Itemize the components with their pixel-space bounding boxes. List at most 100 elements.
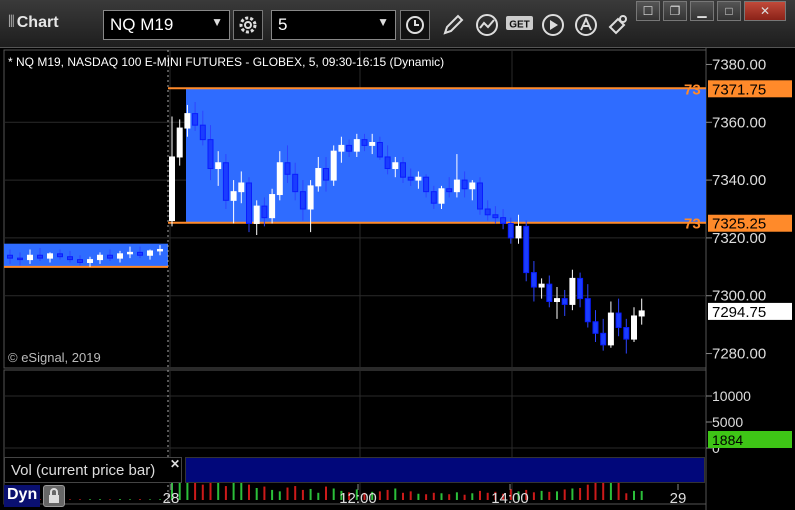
candle-body	[338, 144, 345, 152]
candle-body	[47, 253, 53, 259]
volume-tick-label: 5000	[712, 414, 743, 430]
symbol-input[interactable]: NQ M19 ▼	[103, 10, 230, 40]
candle-body	[600, 332, 607, 346]
candle-body	[117, 253, 123, 259]
minimize-button[interactable]: ▁	[690, 1, 714, 21]
candle-body	[453, 179, 460, 193]
volume-bar	[263, 486, 266, 500]
price-axis[interactable]: 7380.007360.007340.007320.007300.007280.…	[706, 56, 792, 363]
settings-button[interactable]	[233, 10, 263, 40]
candle-body	[415, 176, 422, 181]
volume-axis[interactable]: 10000500001884	[706, 388, 792, 456]
candle-body	[446, 188, 453, 193]
candle-body	[515, 225, 522, 239]
interval-input[interactable]: 5 ▼	[271, 10, 396, 40]
candle-body	[546, 283, 553, 303]
lock-button[interactable]	[43, 485, 65, 507]
volume-bar	[432, 492, 435, 500]
pin-icon: ☐	[642, 4, 654, 18]
candle-body	[77, 259, 83, 263]
study-label[interactable]: Vol (current price bar)	[4, 457, 182, 483]
volume-bar	[402, 492, 404, 500]
symbol-value: NQ M19	[110, 15, 174, 34]
volume-bar	[594, 482, 597, 500]
candle-body	[330, 150, 337, 181]
chart-header: * NQ M19, NASDAQ 100 E-MINI FUTURES - GL…	[8, 55, 444, 69]
restore-button[interactable]: ❐	[663, 1, 687, 21]
candle-body	[299, 191, 306, 210]
candle-body	[199, 124, 206, 141]
play-button[interactable]	[538, 10, 568, 40]
volume-bar	[209, 480, 212, 500]
volume-bar	[455, 492, 458, 500]
volume-bar	[139, 499, 141, 500]
candle-body	[438, 188, 445, 204]
volume-bar	[217, 481, 220, 500]
lower-line-label: 73	[684, 216, 701, 233]
volume-bar	[571, 488, 574, 500]
volume-bar	[159, 499, 161, 500]
alert-icon	[575, 14, 597, 36]
volume-bar	[640, 490, 643, 500]
candle-body	[500, 217, 507, 224]
restore-icon: ❐	[669, 4, 681, 18]
candle-body	[230, 191, 237, 201]
candle-body	[107, 254, 113, 259]
study-close-icon[interactable]: ✕	[170, 457, 180, 471]
chevron-down-icon[interactable]: ▼	[211, 15, 223, 29]
time-template-button[interactable]	[400, 10, 430, 40]
chevron-down-icon[interactable]: ▼	[377, 15, 389, 29]
volume-bar	[633, 490, 635, 500]
volume-bar	[248, 484, 250, 500]
volume-bar	[625, 493, 628, 500]
watermark: © eSignal, 2019	[8, 350, 101, 365]
volume-bar	[609, 481, 612, 500]
candle-body	[157, 248, 163, 252]
title-bar: ⫴ Chart NQ M19 ▼ 5 ▼ GET ☐ ❐ ▁ □ ✕	[0, 0, 795, 48]
candle-body	[284, 162, 291, 175]
grip-icon[interactable]: ⫴	[8, 14, 15, 31]
minimize-icon: ▁	[697, 4, 707, 18]
pencil-icon	[443, 14, 464, 35]
candle-body	[261, 205, 268, 219]
volume-bar	[586, 484, 589, 500]
dynamic-mode-label: Dyn	[7, 486, 38, 503]
candle-body	[592, 321, 599, 334]
candle-body	[530, 272, 537, 288]
pin-button[interactable]: ☐	[636, 1, 660, 21]
volume-bar	[417, 493, 420, 500]
candle-body	[523, 225, 530, 274]
volume-bar	[224, 486, 227, 500]
volume-bar	[69, 499, 71, 500]
alerts-button[interactable]	[571, 10, 601, 40]
volume-bar	[386, 489, 389, 500]
price-chart[interactable]: 73 73 * NQ M19, NASDAQ 100 E-MINI FUTURES…	[0, 48, 795, 510]
candle-body	[292, 173, 299, 193]
volume-bar	[448, 494, 451, 500]
app-title-label: Chart	[16, 14, 59, 31]
volume-bar	[394, 488, 397, 500]
studies-button[interactable]	[472, 10, 502, 40]
candle-body	[346, 144, 353, 152]
candle-body	[577, 277, 584, 300]
link-button[interactable]	[603, 10, 633, 40]
get-data-button[interactable]: GET	[505, 10, 535, 40]
volume-bar	[79, 499, 81, 500]
price-tick-label: 7280.00	[712, 346, 766, 363]
volume-bar	[89, 499, 91, 500]
candle-body	[127, 251, 133, 255]
dynamic-mode-button[interactable]: Dyn	[4, 485, 41, 507]
candle-body	[307, 185, 314, 210]
volume-bar	[129, 499, 131, 500]
chart-area[interactable]: 73 73 * NQ M19, NASDAQ 100 E-MINI FUTURES…	[0, 48, 795, 510]
candle-body	[192, 113, 199, 126]
volume-bar	[309, 488, 312, 500]
draw-tool-button[interactable]	[438, 10, 468, 40]
upper-line-label: 73	[684, 81, 701, 98]
volume-bar	[325, 486, 327, 500]
maximize-button[interactable]: □	[717, 1, 741, 21]
close-button[interactable]: ✕	[744, 1, 786, 21]
candle-body	[246, 182, 252, 224]
candle-body	[507, 222, 514, 239]
candle-body	[376, 142, 383, 158]
